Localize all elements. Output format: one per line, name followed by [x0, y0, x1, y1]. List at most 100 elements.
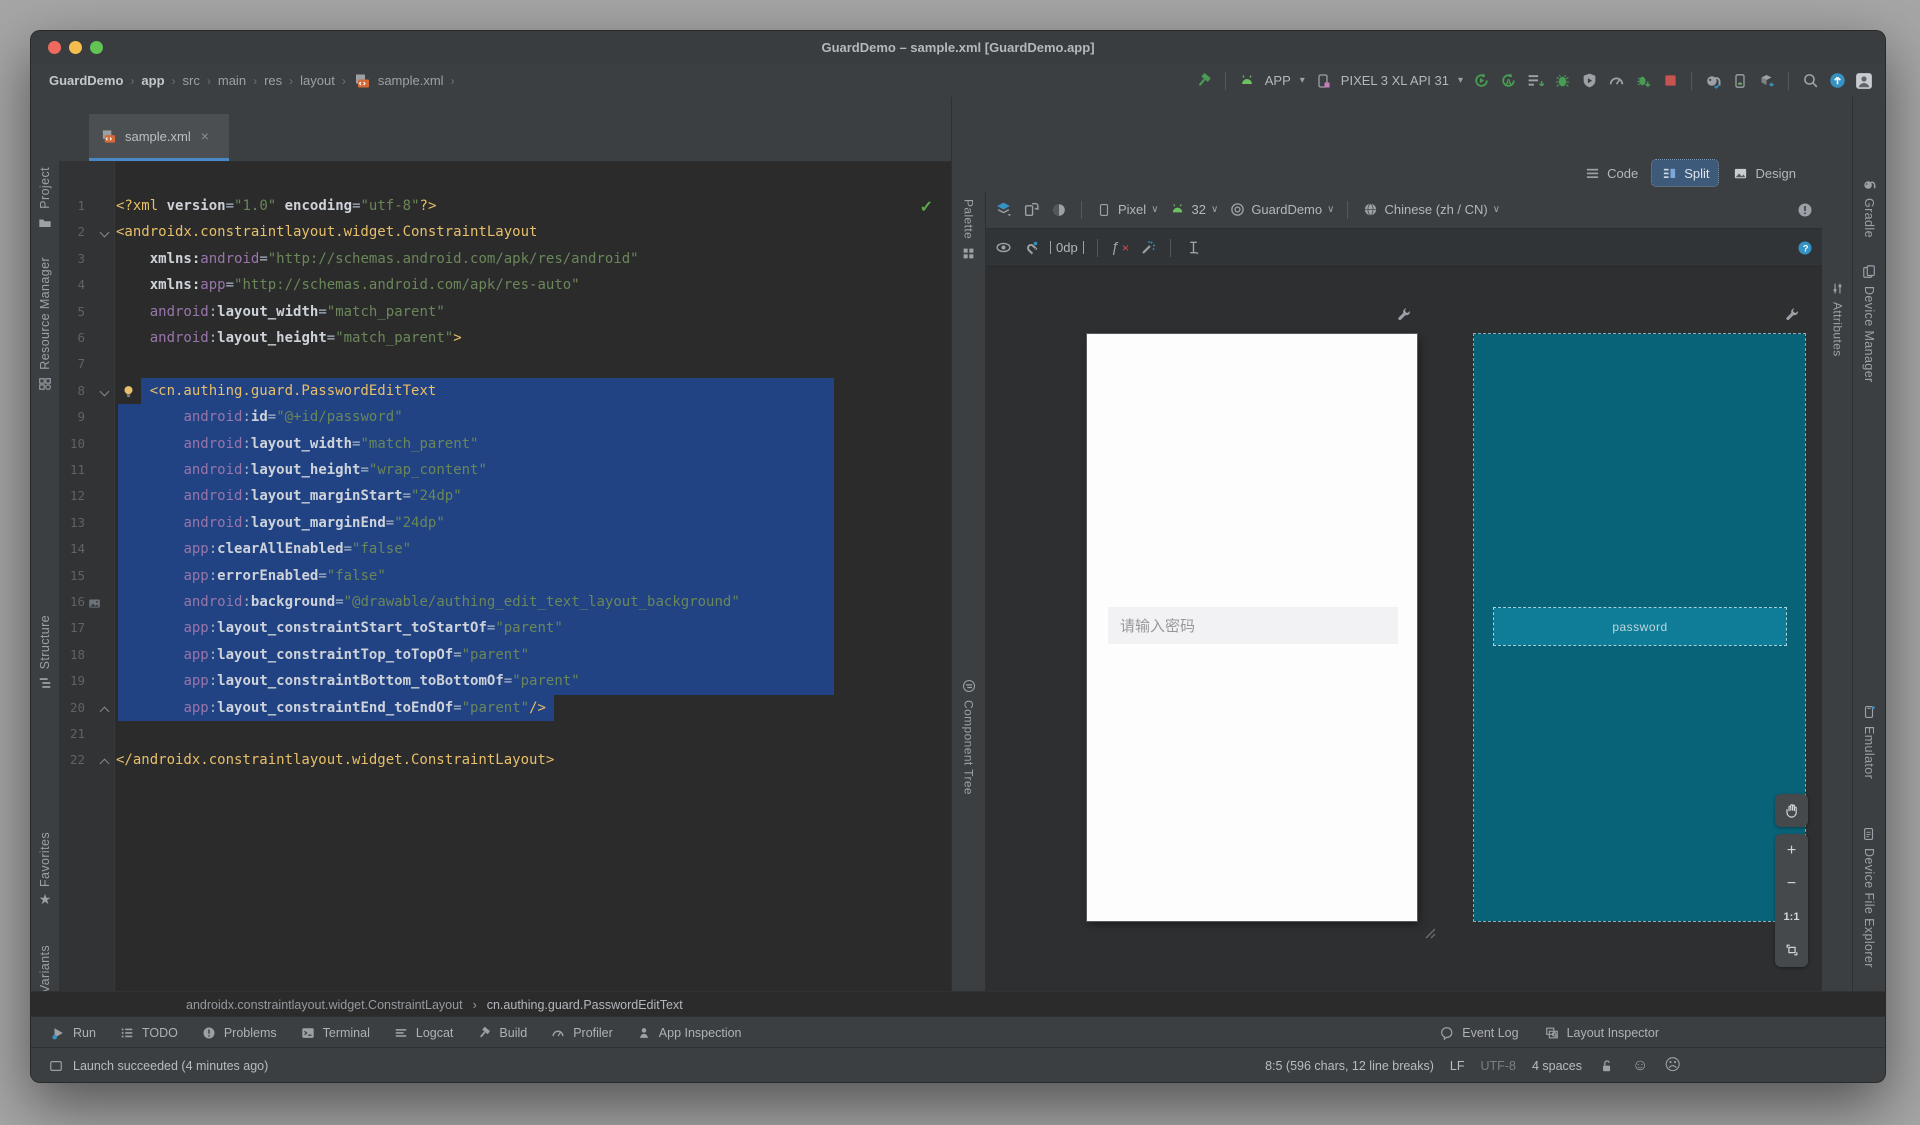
- indent-widget[interactable]: 4 spaces: [1532, 1059, 1582, 1073]
- code-line[interactable]: 11 android:layout_height="wrap_content": [59, 457, 951, 484]
- code-line[interactable]: 3 xmlns:android="http://schemas.android.c…: [59, 246, 951, 272]
- sidebar-item-structure[interactable]: Structure: [31, 615, 59, 692]
- mode-split-button[interactable]: Split: [1651, 159, 1719, 187]
- app-theme-select[interactable]: GuardDemo ∨: [1228, 201, 1334, 219]
- zoom-out-button[interactable]: −: [1775, 867, 1808, 900]
- issue-indicator-icon[interactable]: [1796, 201, 1814, 219]
- breadcrumb-item[interactable]: app: [141, 73, 164, 88]
- code-line[interactable]: 8 <cn.authing.guard.PasswordEditText: [59, 377, 951, 405]
- build-hammer-icon[interactable]: [1195, 72, 1213, 90]
- run-configuration-select[interactable]: APP: [1265, 73, 1291, 88]
- device-select[interactable]: Pixel ∨: [1095, 201, 1159, 219]
- status-message[interactable]: Launch succeeded (4 minutes ago): [73, 1059, 268, 1073]
- attributes-tab[interactable]: Attributes: [1821, 279, 1854, 357]
- caret-position-widget[interactable]: 8:5 (596 chars, 12 line breaks): [1265, 1059, 1434, 1073]
- design-surface-icon[interactable]: [994, 201, 1012, 219]
- breadcrumb-item[interactable]: src: [183, 73, 200, 88]
- api-level-select[interactable]: 32 ∨: [1169, 201, 1218, 219]
- zoom-in-button[interactable]: +: [1775, 834, 1808, 867]
- sidebar-item-device-file-explorer[interactable]: Device File Explorer: [1853, 825, 1885, 968]
- orientation-icon[interactable]: [1022, 201, 1040, 219]
- locale-select[interactable]: Chinese (zh / CN) ∨: [1361, 201, 1500, 219]
- fold-marker[interactable]: [99, 227, 110, 238]
- smiley-icon[interactable]: ☺: [1632, 1057, 1648, 1074]
- design-canvas[interactable]: 请输入密码 password + − 1:1: [986, 267, 1822, 991]
- code-line[interactable]: 2 <androidx.constraintlayout.widget.Const…: [59, 219, 951, 245]
- wrench-icon[interactable]: [1783, 305, 1799, 323]
- component-tree-tab[interactable]: Component Tree: [952, 677, 985, 795]
- code-line[interactable]: 13 android:layout_marginEnd="24dp": [59, 509, 951, 537]
- code-line[interactable]: 18 app:layout_constraintTop_toTopOf="pare…: [59, 641, 951, 669]
- apply-code-changes-icon[interactable]: [1526, 72, 1544, 90]
- pack-align-icon[interactable]: [1184, 239, 1202, 257]
- code-line[interactable]: 21: [59, 721, 951, 747]
- default-margin-select[interactable]: 0dp: [1050, 241, 1084, 254]
- sidebar-item-project[interactable]: Project: [31, 167, 59, 232]
- toolwindow-todo-button[interactable]: TODO: [118, 1024, 178, 1042]
- sidebar-item-emulator[interactable]: Emulator: [1853, 703, 1885, 779]
- zoom-fit-icon[interactable]: [1775, 933, 1808, 966]
- run-icon[interactable]: [1472, 72, 1490, 90]
- canvas-resize-handle[interactable]: [1422, 925, 1436, 939]
- event-log-button[interactable]: Event Log: [1438, 1024, 1519, 1042]
- code-line[interactable]: 5 android:layout_width="match_parent": [59, 299, 951, 325]
- code-line[interactable]: 16 android:background="@drawable/authing_…: [59, 589, 951, 616]
- sidebar-item-gradle[interactable]: Gradle: [1853, 175, 1885, 238]
- code-line[interactable]: 9 android:id="@+id/password": [59, 404, 951, 431]
- code-line[interactable]: 12 android:layout_marginStart="24dp": [59, 483, 951, 510]
- zoom-actual-button[interactable]: 1:1: [1775, 900, 1808, 933]
- breadcrumb-item[interactable]: sample.xml: [378, 73, 444, 88]
- pan-button[interactable]: [1775, 794, 1808, 827]
- avatar[interactable]: [1855, 72, 1873, 90]
- xml-breadcrumb-item[interactable]: cn.authing.guard.PasswordEditText: [487, 998, 683, 1012]
- chevron-down-icon[interactable]: ▾: [1458, 75, 1463, 86]
- layout-inspector-button[interactable]: Layout Inspector: [1543, 1024, 1659, 1042]
- chevron-down-icon[interactable]: ▾: [1300, 75, 1305, 86]
- fold-marker[interactable]: [99, 386, 110, 397]
- tab-sample-xml[interactable]: sample.xml ×: [89, 114, 229, 161]
- sidebar-item-resource-manager[interactable]: Resource Manager: [31, 257, 59, 393]
- breadcrumb-item[interactable]: GuardDemo: [49, 73, 123, 88]
- sidebar-item-favorites[interactable]: Favorites ★: [31, 832, 59, 906]
- help-icon[interactable]: ?: [1796, 239, 1814, 257]
- breadcrumb-item[interactable]: layout: [300, 73, 335, 88]
- toolwindow-logcat-button[interactable]: Logcat: [392, 1024, 453, 1042]
- profile-icon[interactable]: [1607, 72, 1625, 90]
- mode-code-button[interactable]: Code: [1575, 160, 1646, 186]
- mode-design-button[interactable]: Design: [1724, 160, 1804, 186]
- target-device-select[interactable]: PIXEL 3 XL API 31: [1341, 73, 1449, 88]
- palette-tab[interactable]: Palette: [952, 199, 985, 262]
- toolwindow-problems-button[interactable]: Problems: [200, 1024, 277, 1042]
- toolwindow-app-inspection-button[interactable]: App Inspection: [635, 1024, 742, 1042]
- sidebar-item-device-manager[interactable]: Device Manager: [1853, 263, 1885, 383]
- gradle-sync-icon[interactable]: [1704, 72, 1722, 90]
- password-edittext-blueprint[interactable]: password: [1493, 607, 1787, 646]
- apply-changes-restart-icon[interactable]: A: [1499, 72, 1517, 90]
- line-separator-widget[interactable]: LF: [1450, 1059, 1465, 1073]
- password-edittext-preview[interactable]: 请输入密码: [1108, 607, 1398, 644]
- toolwindow-build-button[interactable]: Build: [475, 1024, 527, 1042]
- blueprint-screen[interactable]: password: [1473, 333, 1806, 922]
- design-preview-screen[interactable]: 请输入密码: [1087, 334, 1417, 921]
- toolwindow-terminal-button[interactable]: Terminal: [299, 1024, 370, 1042]
- lock-icon[interactable]: [1598, 1057, 1616, 1075]
- device-manager-icon[interactable]: [1731, 72, 1749, 90]
- code-line[interactable]: 17 app:layout_constraintStart_toStartOf="…: [59, 615, 951, 642]
- attach-debugger-icon[interactable]: [1580, 72, 1598, 90]
- close-tab-icon[interactable]: ×: [201, 128, 209, 144]
- toolwindow-profiler-button[interactable]: Profiler: [549, 1024, 613, 1042]
- update-available-icon[interactable]: [1828, 72, 1846, 90]
- inspection-ok-icon[interactable]: ✓: [920, 197, 933, 217]
- code-area[interactable]: 1 <?xml version="1.0" encoding="utf-8"?> 2…: [59, 161, 951, 991]
- fold-marker[interactable]: [99, 758, 110, 769]
- toolwindow-run-button[interactable]: Run: [49, 1024, 96, 1042]
- code-line[interactable]: 20 app:layout_constraintEnd_toEndOf="pare…: [59, 694, 951, 721]
- wrench-icon[interactable]: [1395, 305, 1411, 323]
- drawable-preview-icon[interactable]: [85, 594, 103, 612]
- code-line[interactable]: 22 </androidx.constraintlayout.widget.Con…: [59, 747, 951, 773]
- breadcrumb-item[interactable]: res: [264, 73, 282, 88]
- code-line[interactable]: 10 android:layout_width="match_parent": [59, 430, 951, 457]
- xml-breadcrumb-item[interactable]: androidx.constraintlayout.widget.Constra…: [186, 998, 463, 1012]
- code-line[interactable]: 19 app:layout_constraintBottom_toBottomOf…: [59, 668, 951, 695]
- code-line[interactable]: 15 app:errorEnab​led="false": [59, 562, 951, 589]
